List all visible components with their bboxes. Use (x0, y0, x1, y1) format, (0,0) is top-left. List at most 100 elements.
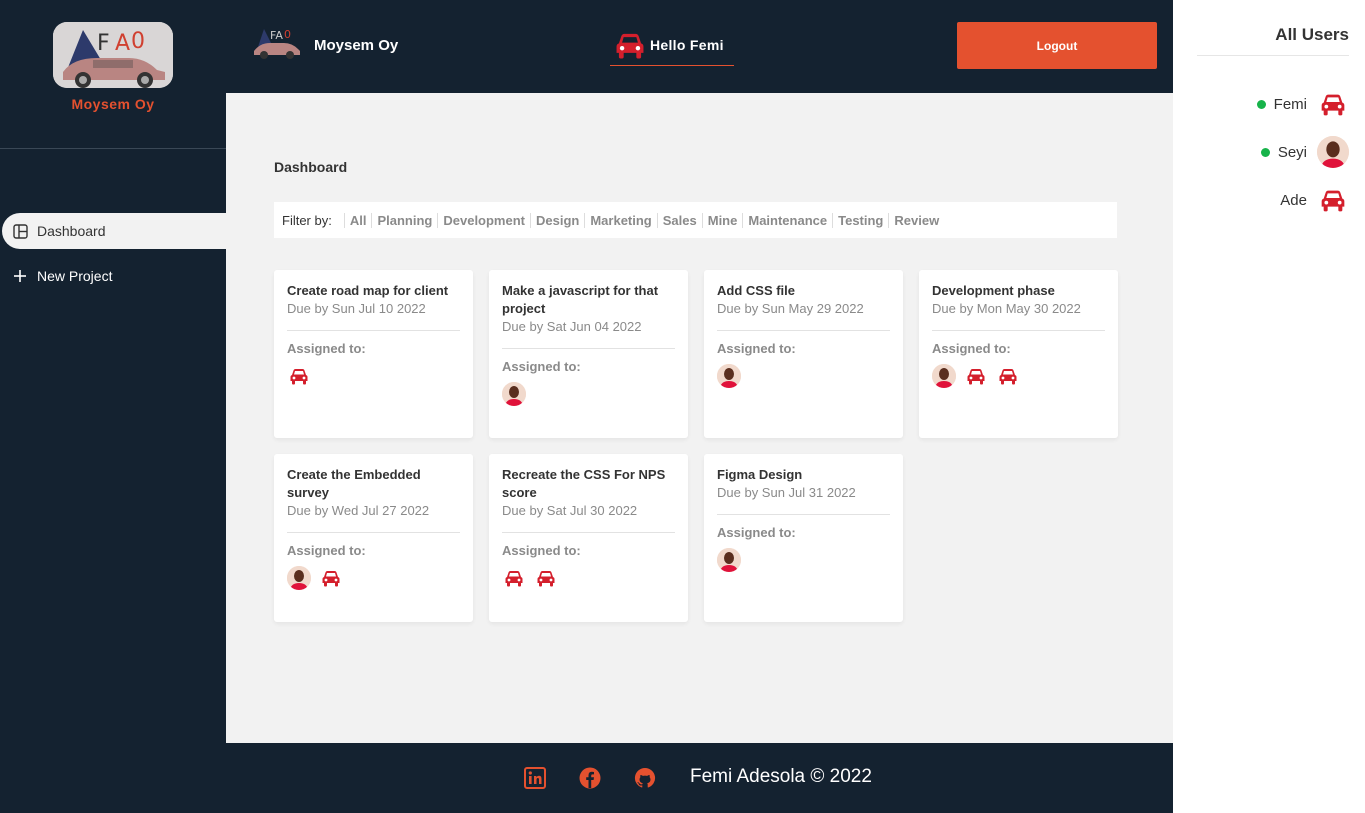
project-title: Create the Embedded survey (287, 467, 421, 500)
online-status-dot (1256, 99, 1266, 109)
logout-button[interactable]: Logout (957, 22, 1157, 69)
sidebar-item-label: New Project (37, 268, 113, 284)
project-card[interactable]: Add CSS file Due by Sun May 29 2022 Assign… (704, 270, 903, 438)
project-title: Development phase (932, 283, 1055, 298)
divider (1197, 55, 1349, 56)
car-avatar-icon (534, 566, 558, 590)
dashboard-icon (12, 223, 28, 239)
filter-option-mine[interactable]: Mine (701, 212, 743, 228)
footer-copyright: Femi Adesola © 2022 (690, 766, 872, 787)
divider (717, 514, 890, 515)
project-card[interactable]: Create road map for client Due by Sun Jul… (274, 270, 473, 438)
brand-name: Moysem Oy (71, 96, 155, 112)
project-card[interactable]: Recreate the CSS For NPS score Due by Sat… (489, 454, 688, 622)
divider (287, 532, 460, 533)
person-avatar (717, 548, 741, 572)
user-name: Seyi (1277, 143, 1307, 161)
project-due-date: Due by Sat Jul 30 2022 (502, 503, 638, 518)
assignee-list (717, 364, 890, 388)
filter-option-sales[interactable]: Sales (656, 212, 702, 228)
project-due-date: Due by Sat Jun 04 2022 (502, 319, 642, 334)
assigned-label: Assigned to: (717, 341, 796, 356)
sidebar-item-new-project[interactable]: New Project (0, 258, 226, 294)
divider (287, 330, 460, 331)
project-due-date: Due by Sun Jul 31 2022 (717, 485, 856, 500)
person-avatar (717, 364, 741, 388)
filter-option-planning[interactable]: Planning (371, 212, 437, 228)
person-avatar (1317, 136, 1349, 168)
assigned-label: Assigned to: (287, 543, 366, 558)
user-name: Ade (1280, 191, 1307, 209)
filter-option-development[interactable]: Development (437, 212, 530, 228)
filter-option-maintenance[interactable]: Maintenance (742, 212, 832, 228)
project-due-date: Due by Sun May 29 2022 (717, 301, 864, 316)
assigned-label: Assigned to: (287, 341, 366, 356)
person-avatar (502, 382, 526, 406)
car-avatar-icon (502, 566, 526, 590)
project-due-date: Due by Wed Jul 27 2022 (287, 503, 430, 518)
divider (932, 330, 1105, 331)
person-avatar (932, 364, 956, 388)
divider (502, 348, 675, 349)
project-card[interactable]: Make a javascript for that project Due by… (489, 270, 688, 438)
navbar-logo: FA 0 (250, 25, 302, 59)
greeting-text: Hello Femi (650, 36, 724, 53)
car-avatar-icon (996, 364, 1020, 388)
sidebar-item-dashboard[interactable]: Dashboard (2, 213, 226, 249)
greeting: Hello Femi (610, 24, 734, 66)
assignee-list (932, 364, 1105, 388)
assignee-list (502, 382, 675, 406)
page-title: Dashboard (274, 159, 348, 175)
svg-text:FA: FA (270, 29, 283, 42)
filter-option-design[interactable]: Design (530, 212, 584, 228)
navbar: FA 0 Moysem Oy Hello Femi Logout (226, 0, 1173, 93)
car-avatar-icon (287, 364, 311, 388)
facebook-icon[interactable] (579, 767, 601, 789)
project-list: Create road map for client Due by Sun Jul… (274, 270, 1134, 622)
sidebar-nav: Dashboard New Project (0, 213, 226, 303)
sidebar-brand: F A 0 Moysem Oy (0, 0, 226, 149)
filter-option-all[interactable]: All (343, 212, 372, 228)
project-due-date: Due by Sun Jul 10 2022 (287, 301, 426, 316)
user-item-seyi[interactable]: Seyi (1260, 135, 1349, 169)
car-avatar-icon (610, 26, 650, 64)
assignee-list (287, 566, 460, 590)
project-title: Add CSS file (717, 283, 796, 298)
assigned-label: Assigned to: (932, 341, 1011, 356)
plus-icon (12, 268, 28, 284)
svg-text:F: F (97, 31, 110, 56)
car-avatar-icon (1317, 88, 1349, 120)
footer: Femi Adesola © 2022 (226, 743, 1173, 813)
svg-text:0: 0 (284, 28, 291, 41)
navbar-title: Moysem Oy (314, 37, 399, 54)
user-item-femi[interactable]: Femi (1256, 87, 1349, 121)
filter-option-marketing[interactable]: Marketing (584, 212, 656, 228)
person-avatar (287, 566, 311, 590)
project-card[interactable]: Development phase Due by Mon May 30 2022 A… (919, 270, 1118, 438)
online-status-dot (1260, 147, 1270, 157)
filter-option-review[interactable]: Review (888, 212, 944, 228)
user-item-ade[interactable]: Ade (1280, 183, 1349, 217)
filter-bar: Filter by: All Planning Development Desi… (274, 202, 1117, 238)
divider (717, 330, 890, 331)
car-avatar-icon (319, 566, 343, 590)
project-card[interactable]: Figma Design Due by Sun Jul 31 2022 Assign… (704, 454, 903, 622)
assigned-label: Assigned to: (502, 359, 581, 374)
users-title: All Users (1275, 25, 1349, 44)
filter-label: Filter by: (282, 212, 332, 228)
linkedin-icon[interactable] (524, 767, 546, 789)
users-panel: All Users Femi Seyi Ade (1173, 0, 1365, 813)
sidebar-item-label: Dashboard (37, 223, 106, 239)
user-name: Femi (1273, 95, 1307, 113)
dashboard-main: Dashboard Filter by: All Planning Develo… (226, 93, 1173, 743)
sidebar: F A 0 Moysem Oy Dashboard New Project (0, 0, 226, 813)
github-icon[interactable] (634, 767, 656, 789)
project-title: Figma Design (717, 467, 803, 482)
filter-option-testing[interactable]: Testing (832, 212, 888, 228)
project-due-date: Due by Mon May 30 2022 (932, 301, 1081, 316)
project-card[interactable]: Create the Embedded survey Due by Wed Jul… (274, 454, 473, 622)
svg-text:A: A (115, 31, 130, 56)
car-avatar-icon (1317, 184, 1349, 216)
project-title: Make a javascript for that project (502, 283, 659, 316)
car-avatar-icon (964, 364, 988, 388)
